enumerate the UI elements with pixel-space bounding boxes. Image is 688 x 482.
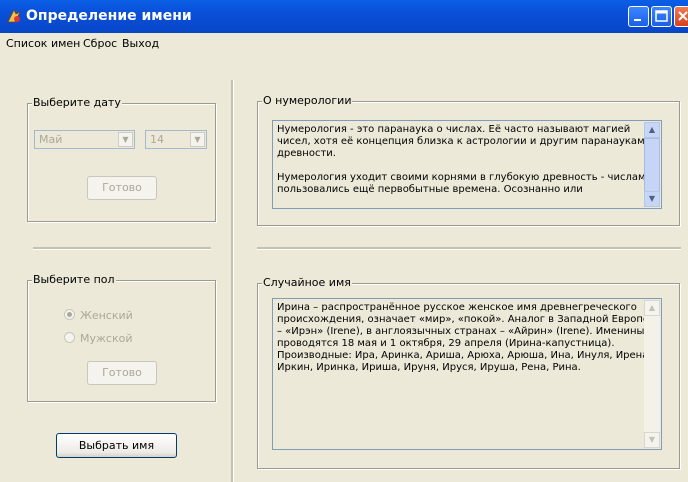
numerology-scrollbar[interactable]: ▲ ▼ xyxy=(644,122,660,207)
scroll-thumb[interactable] xyxy=(644,138,660,193)
chevron-down-icon[interactable]: ▼ xyxy=(190,132,205,147)
menu-item-exit[interactable]: Выход xyxy=(122,37,159,50)
maximize-button[interactable] xyxy=(651,6,672,27)
vertical-divider xyxy=(231,80,234,482)
numerology-group-legend: О нумерологии xyxy=(262,94,353,107)
minimize-button[interactable] xyxy=(628,6,649,27)
radio-unselected-icon xyxy=(64,332,75,343)
date-ready-button[interactable]: Готово xyxy=(87,176,157,200)
chevron-down-icon[interactable]: ▼ xyxy=(118,132,133,147)
date-group: Выберите дату xyxy=(27,96,216,222)
random-name-text: Ирина – распространённое русское женское… xyxy=(277,302,652,373)
right-divider xyxy=(257,247,681,250)
day-select[interactable]: 14 ▼ xyxy=(145,130,207,149)
title-bar[interactable]: Определение имени xyxy=(0,0,688,33)
left-divider xyxy=(33,247,211,250)
pick-name-button[interactable]: Выбрать имя xyxy=(56,433,177,458)
gender-group-legend: Выберите пол xyxy=(32,273,116,286)
menu-item-reset[interactable]: Сброс xyxy=(83,37,117,50)
radio-female[interactable]: Женский xyxy=(64,308,133,322)
maximize-icon xyxy=(655,10,668,22)
app-icon xyxy=(7,9,21,23)
scroll-up-icon[interactable]: ▲ xyxy=(644,122,660,138)
scroll-down-icon[interactable]: ▼ xyxy=(644,191,660,207)
menu-item-names-list[interactable]: Список имен xyxy=(6,37,80,50)
random-name-textarea[interactable]: Ирина – распространённое русское женское… xyxy=(272,298,662,450)
radio-female-label: Женский xyxy=(80,309,133,322)
random-name-scrollbar[interactable]: ▲ ▼ xyxy=(644,300,660,448)
close-button[interactable] xyxy=(674,6,688,27)
date-group-legend: Выберите дату xyxy=(32,96,122,109)
radio-male[interactable]: Мужской xyxy=(64,331,132,345)
scroll-down-icon[interactable]: ▼ xyxy=(644,432,660,448)
radio-selected-icon xyxy=(64,309,75,320)
numerology-textarea[interactable]: Нумерология - это паранаука о числах. Её… xyxy=(272,120,662,209)
close-icon xyxy=(678,11,688,21)
numerology-text: Нумерология - это паранаука о числах. Её… xyxy=(277,124,653,195)
minimize-icon xyxy=(634,19,641,21)
gender-ready-button[interactable]: Готово xyxy=(87,361,157,385)
day-select-value: 14 xyxy=(150,133,164,146)
month-select[interactable]: Май ▼ xyxy=(34,130,135,149)
month-select-value: Май xyxy=(39,133,63,146)
scroll-up-icon[interactable]: ▲ xyxy=(644,300,660,316)
window-title: Определение имени xyxy=(26,8,192,24)
random-name-group-legend: Случайное имя xyxy=(262,276,352,289)
radio-male-label: Мужской xyxy=(80,332,133,345)
